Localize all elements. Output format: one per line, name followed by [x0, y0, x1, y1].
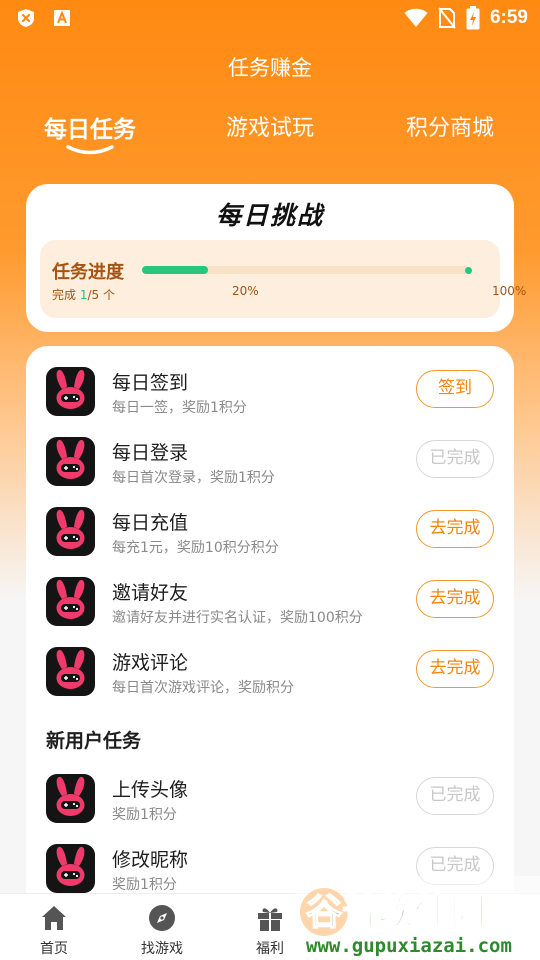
- app-icon: [46, 367, 95, 416]
- app-icon: [46, 577, 95, 626]
- task-progress-box: 任务进度 完成 1/5 个 20% 100%: [40, 240, 526, 318]
- new-user-section-title: 新用户任务: [46, 730, 142, 752]
- tab-game-trial-label: 游戏试玩: [225, 116, 314, 141]
- close-circle-icon: [16, 8, 36, 28]
- task-row-daily-checkin: 每日签到 每日一签，奖励1积分 签到: [26, 360, 514, 430]
- watermark-title: 谷普软件园: [306, 892, 486, 933]
- progress-label: 任务进度: [52, 262, 124, 283]
- task-desc: 每日一签，奖励1积分: [112, 400, 247, 416]
- task-row-daily-login: 每日登录 每日首次登录，奖励1积分 已完成: [26, 430, 514, 500]
- active-tab-indicator: [66, 145, 114, 155]
- progress-end-dot: [465, 267, 472, 274]
- watermark-url: www.gupuxiazai.com: [306, 935, 512, 957]
- nav-home[interactable]: 首页: [0, 902, 108, 958]
- no-sim-icon: [438, 7, 456, 29]
- task-name: 每日登录: [112, 442, 189, 464]
- task-row-upload-avatar: 上传头像 奖励1积分 已完成: [26, 767, 514, 837]
- task-list-card: 每日签到 每日一签，奖励1积分 签到 每日登录 每日首次登录，奖励1积分 已完成…: [26, 346, 514, 906]
- progress-fill: [142, 266, 208, 274]
- progress-tick-start: 20%: [232, 284, 259, 298]
- go-complete-button[interactable]: 去完成: [416, 580, 494, 618]
- task-name: 游戏评论: [112, 652, 189, 674]
- daily-challenge-card: 每日挑战 任务进度 完成 1/5 个 20% 100%: [26, 184, 526, 332]
- task-desc: 每日首次游戏评论，奖励积分: [112, 680, 294, 696]
- tab-daily-tasks-label: 每日任务: [44, 117, 136, 143]
- task-desc: 每充1元，奖励10积分积分: [112, 540, 279, 556]
- checkin-button[interactable]: 签到: [416, 370, 494, 408]
- task-desc: 奖励1积分: [112, 807, 177, 823]
- task-name: 每日签到: [112, 372, 189, 394]
- wifi-icon: [404, 8, 428, 27]
- status-left-icons: [16, 8, 72, 28]
- task-name: 上传头像: [112, 779, 189, 801]
- task-row-daily-recharge: 每日充值 每充1元，奖励10积分积分 去完成: [26, 500, 514, 570]
- gift-icon: [258, 908, 282, 931]
- status-bar: 6:59: [0, 0, 540, 36]
- app-icon: [46, 647, 95, 696]
- tab-daily-tasks[interactable]: 每日任务: [15, 110, 165, 155]
- progress-count-prefix: 完成: [52, 288, 80, 302]
- task-name: 每日充值: [112, 512, 189, 534]
- task-desc: 每日首次登录，奖励1积分: [112, 470, 275, 486]
- tab-points-mall[interactable]: 积分商城: [375, 110, 525, 142]
- battery-charging-icon: [466, 6, 480, 30]
- task-desc: 奖励1积分: [112, 877, 177, 893]
- page-title: 任务赚金: [228, 56, 312, 80]
- app-icon: [46, 437, 95, 486]
- task-row-invite-friends: 邀请好友 邀请好友并进行实名认证，奖励100积分 去完成: [26, 570, 514, 640]
- go-complete-button[interactable]: 去完成: [416, 510, 494, 548]
- app-icon: [46, 774, 95, 823]
- app-icon: [46, 844, 95, 893]
- nav-home-label: 首页: [40, 941, 68, 957]
- nav-find-games[interactable]: 找游戏: [108, 902, 216, 958]
- app-icon: [46, 507, 95, 556]
- task-name: 邀请好友: [112, 582, 189, 604]
- progress-track: [142, 266, 472, 274]
- task-tabs: 每日任务 游戏试玩 积分商城: [0, 110, 540, 160]
- completed-button[interactable]: 已完成: [416, 440, 494, 478]
- text-a-icon: [52, 8, 72, 28]
- progress-tick-end: 100%: [492, 284, 527, 298]
- challenge-title: 每日挑战: [215, 201, 324, 230]
- status-time: 6:59: [489, 7, 528, 28]
- completed-button[interactable]: 已完成: [416, 777, 494, 815]
- tab-game-trial[interactable]: 游戏试玩: [195, 110, 345, 142]
- status-right-icons: 6:59: [404, 6, 528, 30]
- home-icon: [42, 906, 66, 930]
- go-complete-button[interactable]: 去完成: [416, 650, 494, 688]
- tab-points-mall-label: 积分商城: [405, 116, 494, 141]
- compass-icon: [149, 905, 175, 931]
- watermark-logo: 谷普软件园 www.gupuxiazai.com: [296, 876, 540, 960]
- task-desc: 邀请好友并进行实名认证，奖励100积分: [112, 610, 363, 626]
- task-row-game-review: 游戏评论 每日首次游戏评论，奖励积分 去完成: [26, 640, 514, 710]
- progress-count: 完成 1/5 个: [52, 286, 115, 303]
- progress-count-total: /5 个: [87, 288, 115, 302]
- task-name: 修改昵称: [112, 849, 189, 871]
- nav-find-games-label: 找游戏: [141, 941, 183, 957]
